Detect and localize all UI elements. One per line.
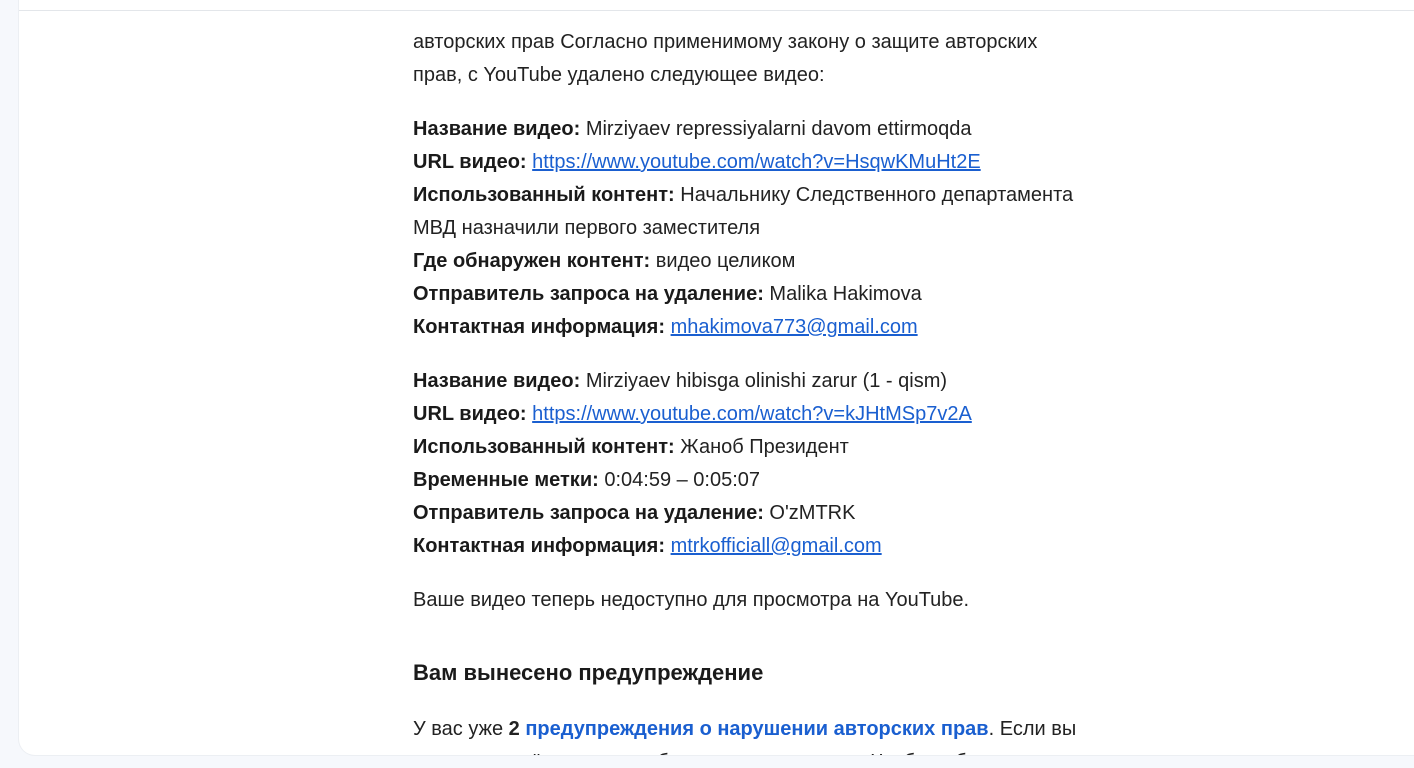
video-url-link[interactable]: https://www.youtube.com/watch?v=kJHtMSp7…: [532, 403, 972, 425]
contact-email-link[interactable]: mhakimova773@gmail.com: [671, 316, 918, 338]
sender-label: Отправитель запроса на удаление:: [413, 502, 764, 524]
warning-prefix: У вас уже: [413, 718, 504, 740]
used-content-row: Использованный контент: Жаноб Президент: [413, 431, 1173, 464]
warning-suffix: . Если вы: [988, 718, 1077, 740]
contact-email-link[interactable]: mtrkofficiall@gmail.com: [671, 535, 882, 557]
sender-name: O'zMTRK: [769, 502, 856, 524]
video-title-row: Название видео: Mirziyaev hibisga olinis…: [413, 365, 1173, 398]
email-body-panel: авторских прав Согласно применимому зако…: [19, 0, 1414, 755]
copyright-strikes-link[interactable]: предупреждения о нарушении авторских пра…: [525, 718, 988, 740]
used-content-line-1: Начальнику Следственного департамента: [680, 184, 1074, 206]
contact-label: Контактная информация:: [413, 535, 666, 557]
content-location-label: Где обнаружен контент:: [413, 250, 651, 272]
content-location-row: Где обнаружен контент: видео целиком: [413, 245, 1173, 278]
timestamps-label: Временные метки:: [413, 469, 599, 491]
sender-row: Отправитель запроса на удаление: O'zMTRK: [413, 497, 1173, 530]
contact-label: Контактная информация:: [413, 316, 666, 338]
video-details-2: Название видео: Mirziyaev hibisga olinis…: [413, 365, 1173, 563]
content-location: видео целиком: [655, 250, 796, 272]
email-content: авторских прав Согласно применимому зако…: [413, 26, 1173, 755]
warning-heading: Вам вынесено предупреждение: [413, 660, 764, 685]
warning-line-1: У вас уже 2 предупреждения о нарушении а…: [413, 713, 1173, 746]
video-title-row: Название видео: Mirziyaev repressiyalarn…: [413, 113, 1173, 146]
sender-label: Отправитель запроса на удаление:: [413, 283, 764, 305]
timestamps-row: Временные метки: 0:04:59 – 0:05:07: [413, 464, 1173, 497]
sender-name: Malika Hakimova: [769, 283, 922, 305]
video-title-label: Название видео:: [413, 370, 581, 392]
video-url-label: URL видео:: [413, 151, 527, 173]
used-content-label: Использованный контент:: [413, 436, 675, 458]
intro-line-2: прав, с YouTube удалено следующее видео:: [413, 64, 825, 86]
contact-row: Контактная информация: mtrkofficiall@gma…: [413, 530, 1173, 563]
used-content: Жаноб Президент: [680, 436, 849, 458]
unavailable-note: Ваше видео теперь недоступно для просмот…: [413, 589, 970, 611]
video-url-row: URL видео: https://www.youtube.com/watch…: [413, 146, 1173, 179]
video-url-link[interactable]: https://www.youtube.com/watch?v=HsqwKMuH…: [532, 151, 981, 173]
sender-row: Отправитель запроса на удаление: Malika …: [413, 278, 1173, 311]
email-header-divider: [19, 0, 1414, 11]
video-details-1: Название видео: Mirziyaev repressiyalarn…: [413, 113, 1173, 344]
video-url-label: URL видео:: [413, 403, 527, 425]
video-url-row: URL видео: https://www.youtube.com/watch…: [413, 398, 1173, 431]
video-title-label: Название видео:: [413, 118, 581, 140]
used-content-row: Использованный контент: Начальнику Следс…: [413, 179, 1173, 212]
used-content-line-2: МВД назначили первого заместителя: [413, 217, 761, 239]
warning-paragraph: У вас уже 2 предупреждения о нарушении а…: [413, 713, 1173, 755]
intro-line-1: авторских прав Согласно применимому зако…: [413, 31, 1038, 53]
strike-count: 2: [508, 718, 520, 740]
timestamps: 0:04:59 – 0:05:07: [604, 469, 761, 491]
video-title: Mirziyaev repressiyalarni davom ettirmoq…: [585, 118, 972, 140]
video-title: Mirziyaev hibisga olinishi zarur (1 - qi…: [585, 370, 948, 392]
contact-row: Контактная информация: mhakimova773@gmai…: [413, 311, 1173, 344]
used-content-label: Использованный контент:: [413, 184, 675, 206]
warning-line-2: получите ещё одно, мы заблокируем ваш ка…: [413, 746, 1173, 755]
intro-paragraph: авторских прав Согласно применимому зако…: [413, 26, 1173, 92]
